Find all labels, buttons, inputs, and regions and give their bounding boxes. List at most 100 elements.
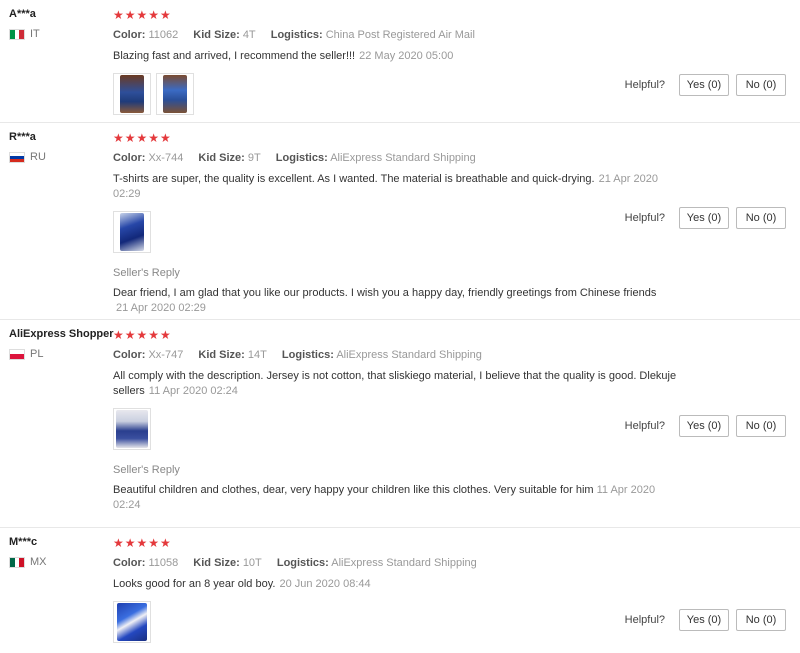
- helpful-label: Helpful?: [624, 420, 665, 432]
- review-text: Blazing fast and arrived, I recommend th…: [113, 50, 356, 62]
- size-value: 9T: [247, 152, 261, 164]
- review-text-block: Looks good for an 8 year old boy. 20 Jun …: [113, 577, 673, 592]
- helpful-no-button[interactable]: No (0): [736, 74, 786, 96]
- seller-reply-text: Dear friend, I am glad that you like our…: [113, 287, 657, 299]
- color-label: Color:: [113, 349, 146, 361]
- size-label: Kid Size:: [193, 557, 240, 569]
- review-photo-thumb[interactable]: [156, 73, 194, 115]
- reviewer-info: AliExpress Shopper PL: [9, 327, 114, 360]
- reviewer-country: PL: [9, 348, 109, 360]
- size-value: 4T: [242, 29, 256, 41]
- star-rating: ★★★★★: [113, 328, 172, 342]
- star-rating: ★★★★★: [113, 536, 172, 550]
- review-item: AliExpress Shopper PL ★★★★★ Color: Xx-74…: [0, 320, 800, 528]
- logistics-label: Logistics:: [276, 557, 329, 569]
- review-content: ★★★★★ Color: Xx-747 Kid Size: 14T Logist…: [113, 328, 703, 513]
- flag-pl-icon: [9, 348, 25, 360]
- reviewer-info: R***a RU: [9, 130, 109, 163]
- helpful-controls: Helpful? Yes (0) No (0): [625, 74, 786, 96]
- logistics-label: Logistics:: [281, 349, 334, 361]
- helpful-controls: Helpful? Yes (0) No (0): [625, 415, 786, 437]
- review-list: A***a IT ★★★★★ Color: 11062 Kid Size: 4T…: [0, 0, 800, 653]
- star-rating: ★★★★★: [113, 8, 172, 22]
- review-photo-thumb[interactable]: [113, 408, 151, 450]
- logistics-value: AliExpress Standard Shipping: [330, 152, 476, 164]
- review-photos: [113, 601, 673, 643]
- flag-mx-icon: [9, 556, 25, 568]
- logistics-label: Logistics:: [275, 152, 328, 164]
- helpful-label: Helpful?: [624, 79, 665, 91]
- reviewer-country: RU: [9, 151, 109, 163]
- seller-reply-text: Beautiful children and clothes, dear, ve…: [113, 484, 594, 496]
- size-value: 10T: [242, 557, 262, 569]
- helpful-controls: Helpful? Yes (0) No (0): [625, 207, 786, 229]
- review-photos: [113, 73, 673, 115]
- size-label: Kid Size:: [193, 29, 240, 41]
- helpful-yes-button[interactable]: Yes (0): [679, 207, 729, 229]
- color-value: Xx-747: [148, 349, 184, 361]
- helpful-yes-button[interactable]: Yes (0): [679, 609, 729, 631]
- logistics-value: AliExpress Standard Shipping: [336, 349, 482, 361]
- helpful-label: Helpful?: [624, 614, 665, 626]
- size-value: 14T: [247, 349, 267, 361]
- color-label: Color:: [113, 29, 146, 41]
- helpful-label: Helpful?: [624, 212, 665, 224]
- reviewer-name: M***c: [9, 536, 38, 548]
- reviewer-country: IT: [9, 28, 109, 40]
- product-attributes: Color: Xx-747 Kid Size: 14T Logistics: A…: [113, 348, 703, 362]
- size-label: Kid Size:: [198, 152, 245, 164]
- review-text-block: Blazing fast and arrived, I recommend th…: [113, 49, 673, 64]
- color-label: Color:: [113, 152, 146, 164]
- country-code: RU: [30, 151, 46, 163]
- logistics-value: China Post Registered Air Mail: [325, 29, 475, 41]
- helpful-no-button[interactable]: No (0): [736, 609, 786, 631]
- country-code: IT: [30, 28, 40, 40]
- review-photo-thumb[interactable]: [113, 601, 151, 643]
- review-date: 22 May 2020 05:00: [359, 50, 454, 62]
- review-photo-thumb[interactable]: [113, 73, 151, 115]
- reviewer-name: A***a: [9, 8, 36, 20]
- product-attributes: Color: 11058 Kid Size: 10T Logistics: Al…: [113, 556, 673, 570]
- reviewer-info: A***a IT: [9, 7, 109, 40]
- color-value: Xx-744: [148, 152, 184, 164]
- star-rating: ★★★★★: [113, 131, 172, 145]
- seller-reply-heading: Seller's Reply: [113, 464, 180, 476]
- seller-reply-heading: Seller's Reply: [113, 267, 180, 279]
- flag-ru-icon: [9, 151, 25, 163]
- helpful-yes-button[interactable]: Yes (0): [679, 415, 729, 437]
- review-text-block: T-shirts are super, the quality is excel…: [113, 172, 673, 202]
- review-item: A***a IT ★★★★★ Color: 11062 Kid Size: 4T…: [0, 0, 800, 123]
- review-photos: [113, 211, 673, 253]
- review-date: 11 Apr 2020 02:24: [148, 385, 238, 397]
- review-photo-thumb[interactable]: [113, 211, 151, 253]
- review-text-block: All comply with the description. Jersey …: [113, 369, 703, 399]
- color-label: Color:: [113, 557, 146, 569]
- color-value: 11062: [148, 29, 179, 41]
- helpful-no-button[interactable]: No (0): [736, 207, 786, 229]
- flag-it-icon: [9, 28, 25, 40]
- review-content: ★★★★★ Color: 11058 Kid Size: 10T Logisti…: [113, 536, 673, 643]
- review-item: R***a RU ★★★★★ Color: Xx-744 Kid Size: 9…: [0, 123, 800, 320]
- review-content: ★★★★★ Color: Xx-744 Kid Size: 9T Logisti…: [113, 131, 673, 316]
- seller-reply-date: 21 Apr 2020 02:29: [116, 302, 206, 314]
- helpful-yes-button[interactable]: Yes (0): [679, 74, 729, 96]
- reviewer-name: R***a: [9, 131, 36, 143]
- logistics-value: AliExpress Standard Shipping: [331, 557, 477, 569]
- size-label: Kid Size:: [198, 349, 245, 361]
- helpful-controls: Helpful? Yes (0) No (0): [625, 609, 786, 631]
- product-attributes: Color: Xx-744 Kid Size: 9T Logistics: Al…: [113, 151, 673, 165]
- helpful-no-button[interactable]: No (0): [736, 415, 786, 437]
- reviewer-name: AliExpress Shopper: [9, 328, 114, 340]
- country-code: PL: [30, 348, 44, 360]
- review-date: 20 Jun 2020 08:44: [279, 578, 371, 590]
- logistics-label: Logistics:: [270, 29, 323, 41]
- review-photos: [113, 408, 703, 450]
- seller-reply-block: Beautiful children and clothes, dear, ve…: [113, 483, 658, 513]
- reviewer-country: MX: [9, 556, 109, 568]
- review-content: ★★★★★ Color: 11062 Kid Size: 4T Logistic…: [113, 8, 673, 115]
- color-value: 11058: [148, 557, 179, 569]
- review-item: M***c MX ★★★★★ Color: 11058 Kid Size: 10…: [0, 528, 800, 653]
- review-text: T-shirts are super, the quality is excel…: [113, 173, 595, 185]
- seller-reply-block: Dear friend, I am glad that you like our…: [113, 286, 673, 316]
- country-code: MX: [30, 556, 47, 568]
